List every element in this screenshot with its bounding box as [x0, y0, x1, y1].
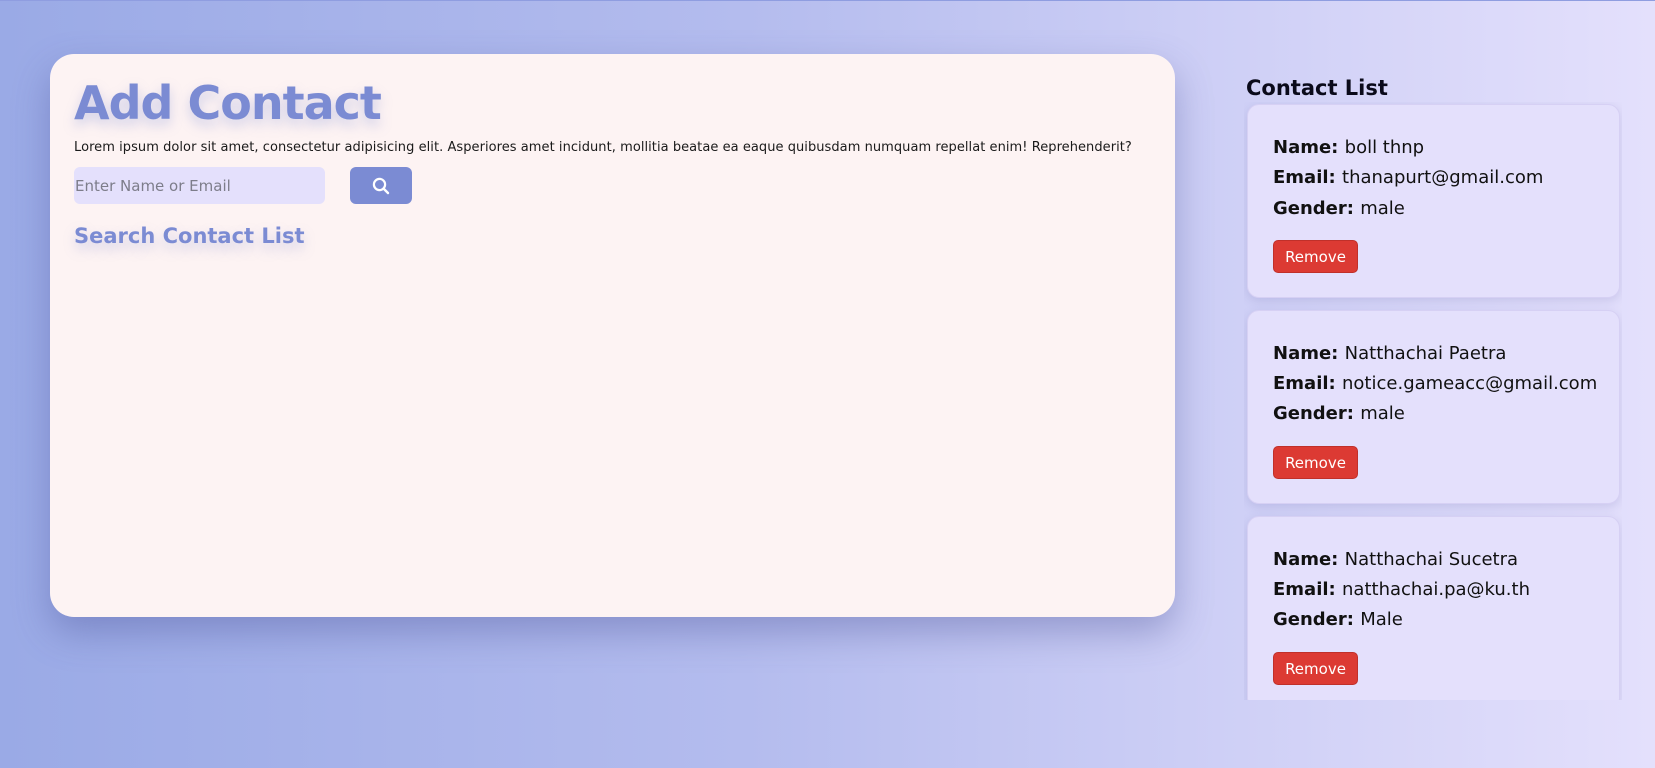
contact-email: natthachai.pa@ku.th [1342, 579, 1530, 600]
contact-gender: male [1360, 403, 1405, 424]
contact-email-row: Email: notice.gameacc@gmail.com [1273, 373, 1597, 394]
contact-name: boll thnp [1344, 137, 1425, 158]
contact-gender: Male [1360, 609, 1403, 630]
contact-card: Name: boll thnp Email: thanapurt@gmail.c… [1247, 104, 1620, 298]
search-contact-list-heading: Search Contact List [74, 224, 305, 248]
contact-gender: male [1360, 198, 1405, 219]
email-label: Email: [1273, 167, 1343, 188]
search-input[interactable] [74, 167, 325, 204]
contact-email: thanapurt@gmail.com [1342, 167, 1544, 188]
contact-gender-row: Gender: male [1273, 403, 1405, 424]
top-border [0, 0, 1655, 1]
contact-gender-row: Gender: male [1273, 198, 1405, 219]
contact-card: Name: Natthachai Paetra Email: notice.ga… [1247, 310, 1620, 504]
gender-label: Gender: [1273, 403, 1361, 424]
contact-name: Natthachai Paetra [1344, 343, 1507, 364]
contact-card: Name: Natthachai Sucetra Email: natthach… [1247, 516, 1620, 700]
name-label: Name: [1273, 137, 1345, 158]
contact-list[interactable]: Name: boll thnp Email: thanapurt@gmail.c… [1244, 102, 1622, 700]
contact-name-row: Name: Natthachai Paetra [1273, 343, 1506, 364]
contact-name-row: Name: boll thnp [1273, 137, 1424, 158]
name-label: Name: [1273, 549, 1345, 570]
email-label: Email: [1273, 579, 1343, 600]
gender-label: Gender: [1273, 198, 1361, 219]
search-button[interactable] [350, 167, 412, 204]
contact-gender-row: Gender: Male [1273, 609, 1403, 630]
remove-button[interactable]: Remove [1273, 446, 1358, 479]
contact-name: Natthachai Sucetra [1344, 549, 1519, 570]
remove-button[interactable]: Remove [1273, 240, 1358, 273]
contact-email: notice.gameacc@gmail.com [1342, 373, 1598, 394]
page-title: Add Contact [74, 76, 382, 130]
email-label: Email: [1273, 373, 1343, 394]
contact-email-row: Email: thanapurt@gmail.com [1273, 167, 1543, 188]
contact-list-title: Contact List [1246, 76, 1388, 100]
contact-email-row: Email: natthachai.pa@ku.th [1273, 579, 1530, 600]
gender-label: Gender: [1273, 609, 1361, 630]
description-text: Lorem ipsum dolor sit amet, consectetur … [74, 140, 1132, 155]
add-contact-card: Add Contact Lorem ipsum dolor sit amet, … [50, 54, 1175, 617]
search-icon [371, 176, 391, 196]
remove-button[interactable]: Remove [1273, 652, 1358, 685]
name-label: Name: [1273, 343, 1345, 364]
contact-name-row: Name: Natthachai Sucetra [1273, 549, 1518, 570]
